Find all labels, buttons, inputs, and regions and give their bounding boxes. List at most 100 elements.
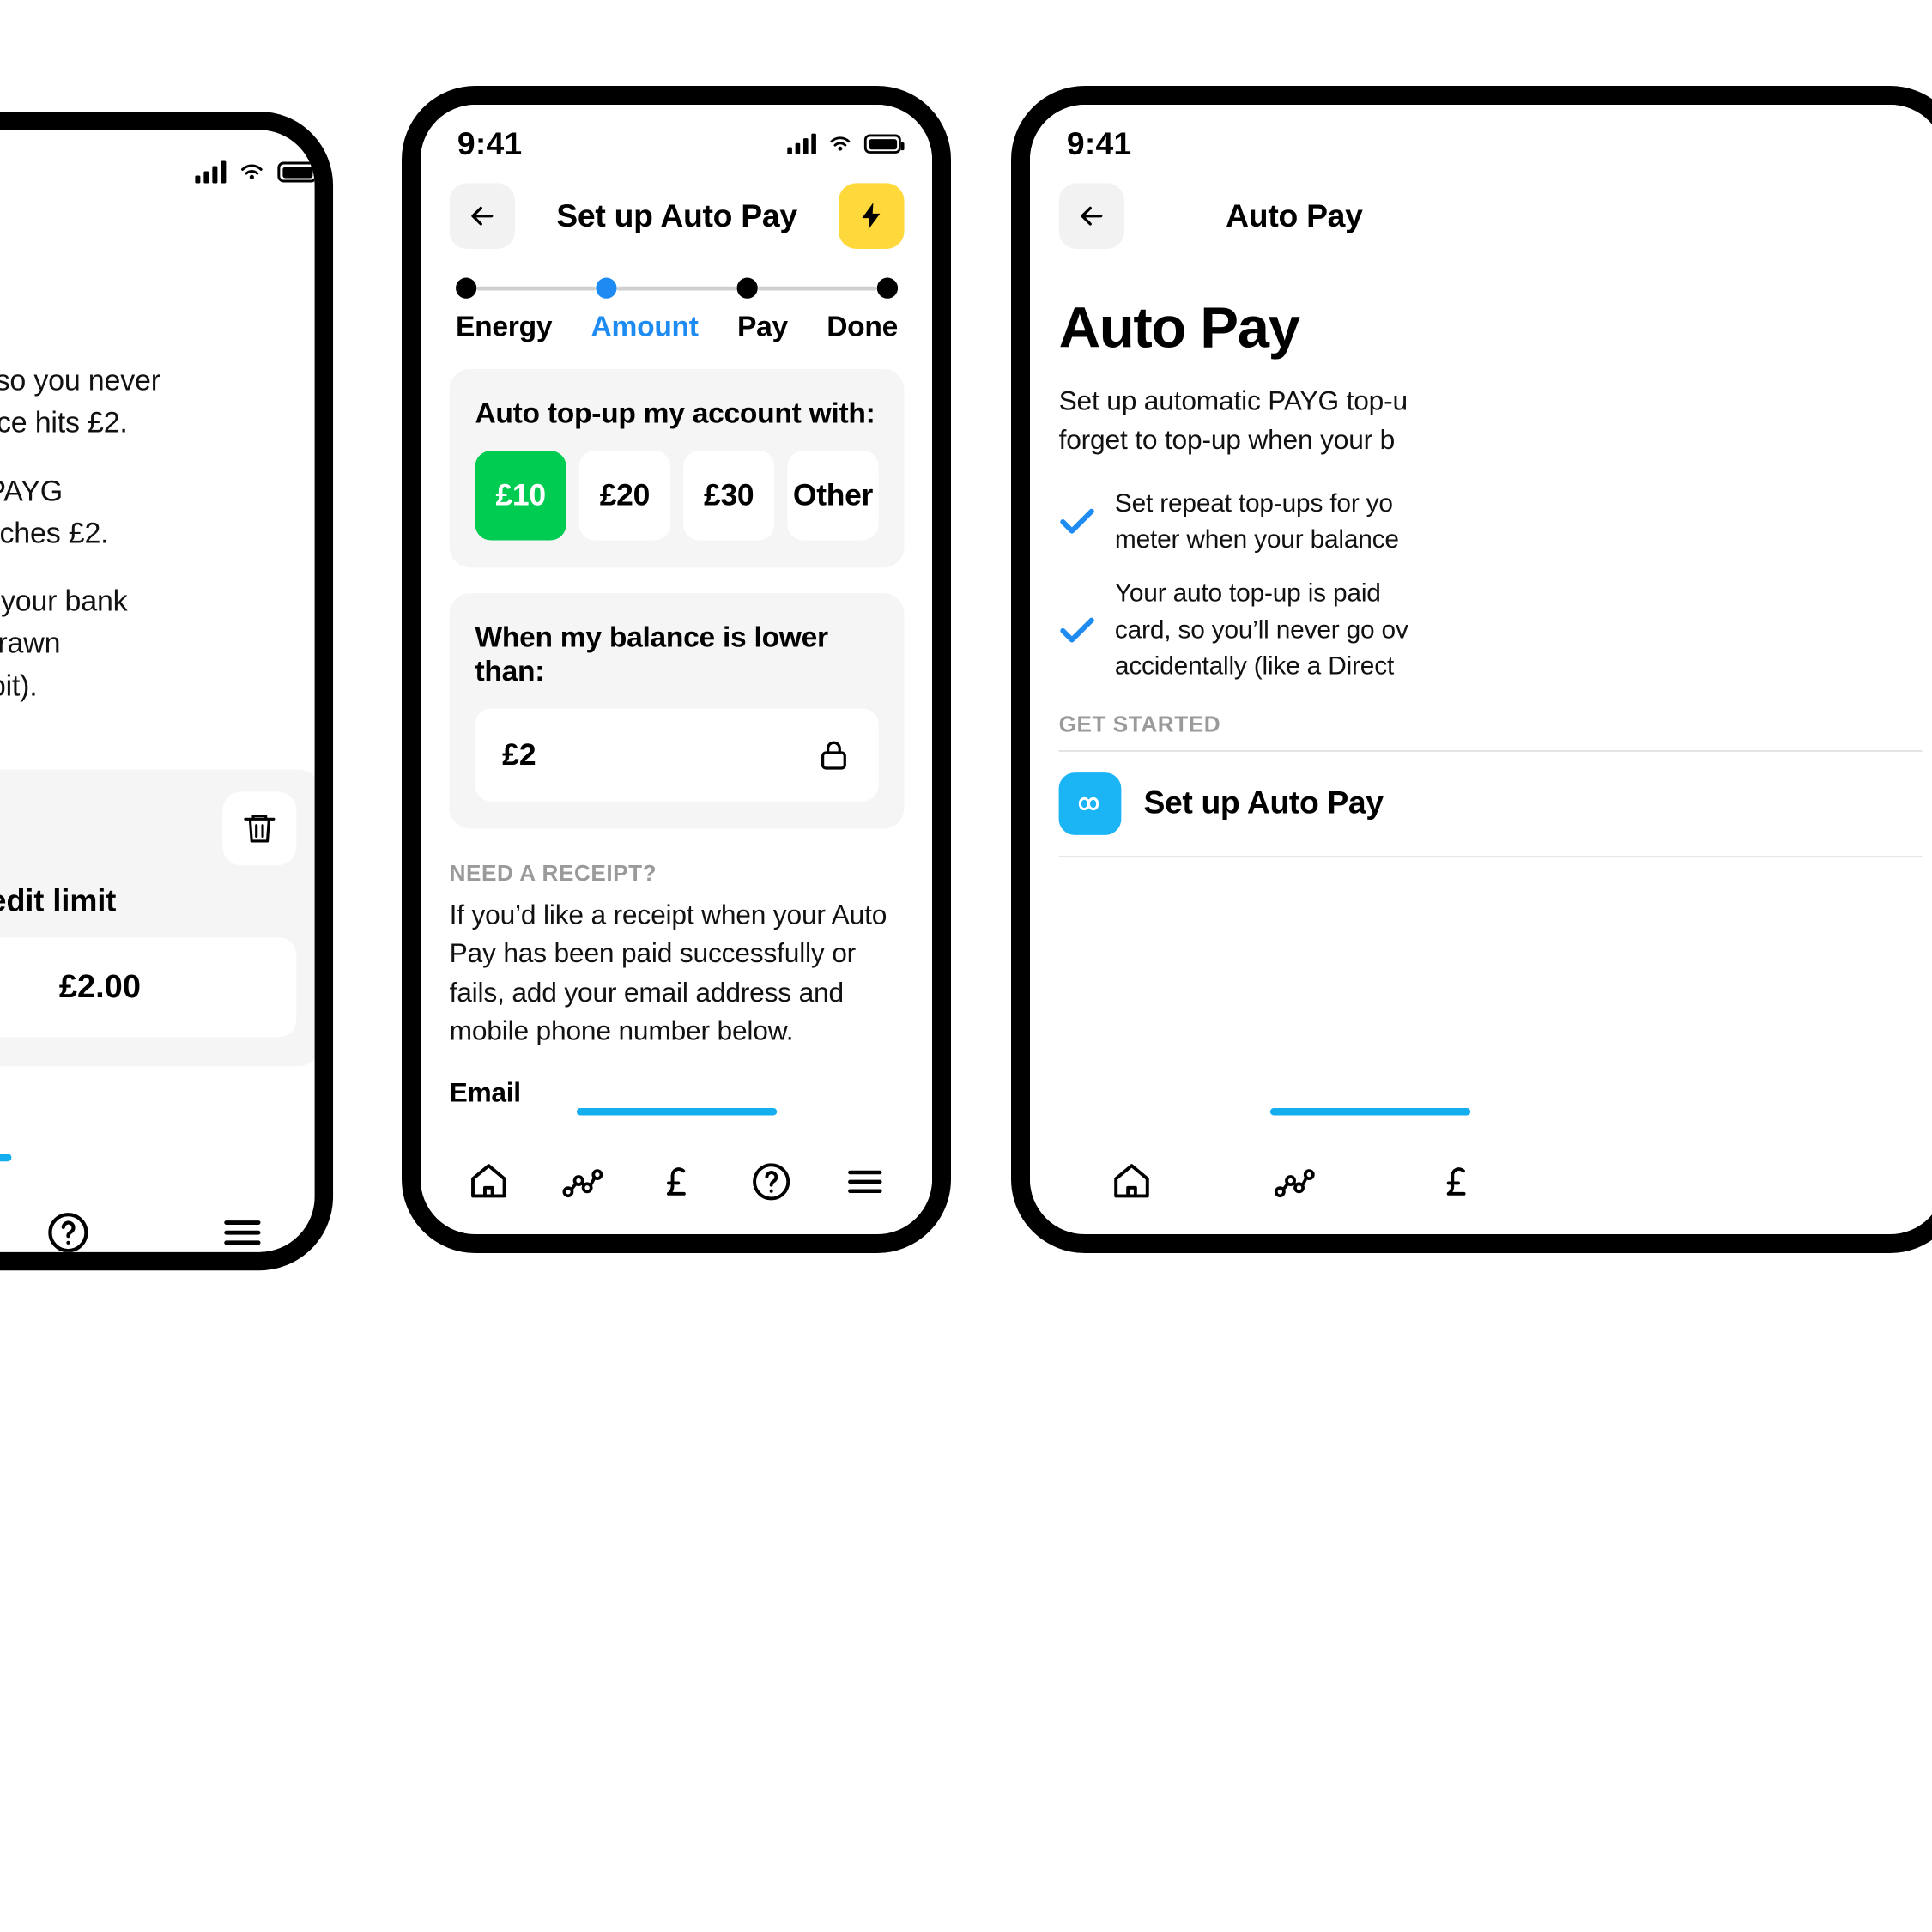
nav-right-spacer [1464, 183, 1530, 249]
phone-left: Auto Pay c PAYG top-ups so you never whe… [0, 112, 334, 1271]
amount-options: £10 £20 £30 Other [475, 451, 879, 541]
right-home-indicator [1269, 1108, 1471, 1116]
phone-center: 9:41 Set up Auto Pay Energy Amount Pay D… [402, 86, 951, 1253]
set-up-auto-pay-row[interactable]: Set up Auto Pay [1058, 752, 1923, 856]
wifi-icon [238, 161, 265, 182]
left-paragraph-3-line-3: (like a Direct Debit). [0, 669, 38, 703]
benefit-2-line-1: Your auto top-up is paid [1114, 578, 1381, 608]
amount-option-20[interactable]: £20 [578, 451, 671, 541]
step-dot-done[interactable] [876, 277, 899, 299]
benefit-1-line-1: Set repeat top-ups for yo [1114, 488, 1393, 518]
step-label-done[interactable]: Done [827, 310, 898, 343]
tab-help[interactable] [734, 1145, 808, 1219]
back-button[interactable] [449, 183, 516, 249]
wifi-icon [827, 135, 853, 154]
balance-threshold-field[interactable]: £2 [475, 708, 879, 802]
tab-usage[interactable] [546, 1145, 620, 1219]
step-label-energy[interactable]: Energy [456, 310, 552, 343]
pound-icon [1446, 1167, 1466, 1196]
benefit-1-line-2: meter when your balance [1114, 524, 1399, 554]
amount-option-other[interactable]: Other [787, 451, 879, 541]
tab-help[interactable] [28, 1193, 107, 1252]
credit-limit-fields: £2.00 [0, 937, 297, 1038]
left-paragraph-2-line-1: op-ups for your PAYG [0, 474, 63, 507]
tab-home[interactable] [451, 1145, 525, 1219]
set-up-auto-pay-label: Set up Auto Pay [1143, 785, 1384, 821]
back-arrow-icon [471, 206, 494, 226]
email-label: Email [449, 1077, 522, 1109]
left-bottom-bar [0, 1154, 315, 1252]
signal-icon [195, 160, 227, 184]
tab-menu[interactable] [203, 1193, 282, 1252]
check-icon [1059, 616, 1096, 644]
right-page-title: Auto Pay [1226, 197, 1363, 233]
lock-icon [821, 741, 846, 770]
right-nav-bar: Auto Pay [1030, 162, 1559, 251]
get-started-eyebrow: GET STARTED [1058, 712, 1221, 736]
center-screen: 9:41 Set up Auto Pay Energy Amount Pay D… [421, 105, 932, 1234]
divider-bottom [1058, 855, 1923, 857]
battery-icon [277, 161, 315, 183]
back-arrow-icon [1081, 206, 1103, 226]
left-screen: Auto Pay c PAYG top-ups so you never whe… [0, 130, 315, 1252]
hamburger-menu-icon [848, 1170, 882, 1194]
step-label-amount[interactable]: Amount [591, 310, 699, 343]
benefit-2-text: Your auto top-up is paid card, so you’ll… [1115, 575, 1408, 684]
step-line-3 [757, 286, 877, 290]
pound-icon [667, 1167, 686, 1196]
receipt-body: If you’d like a receipt when your Auto P… [449, 899, 887, 1047]
left-status-icons [195, 160, 315, 184]
benefit-2-line-3: accidentally (like a Direct [1114, 651, 1395, 681]
tab-payments[interactable] [640, 1145, 714, 1219]
trash-icon [244, 815, 276, 843]
left-status-bar [0, 130, 315, 192]
left-copy-block: c PAYG top-ups so you never when your ba… [0, 286, 315, 707]
usage-chart-icon [1274, 1169, 1315, 1198]
step-dot-pay[interactable] [736, 277, 758, 299]
phone-right: 9:41 Auto Pay Auto Pay Set up automatic … [1011, 86, 1932, 1253]
question-circle-icon [48, 1213, 88, 1252]
status-time: 9:41 [1066, 125, 1132, 161]
tab-payments[interactable] [1420, 1145, 1493, 1219]
topup-amount-card: Auto top-up my account with: £10 £20 £30… [449, 368, 905, 568]
auto-pay-intro-line-1: Set up automatic PAYG top-u [1058, 385, 1408, 416]
tab-menu[interactable] [828, 1145, 902, 1219]
quick-action-button[interactable] [839, 183, 905, 249]
auto-pay-heading: Auto Pay [1058, 295, 1300, 360]
right-tab-bar [1030, 1130, 1559, 1233]
back-button[interactable] [1058, 183, 1125, 249]
center-page-title: Set up Auto Pay [556, 197, 797, 233]
lightning-bolt-icon [862, 203, 881, 230]
amount-option-30[interactable]: £30 [683, 451, 775, 541]
tab-usage[interactable] [1257, 1145, 1331, 1219]
amount-option-10[interactable]: £10 [475, 451, 566, 541]
setup-stepper: Energy Amount Pay Done [421, 251, 932, 343]
topup-amount-title: Auto top-up my account with: [475, 396, 875, 429]
center-bottom-bar [421, 1108, 932, 1234]
center-home-indicator [576, 1108, 778, 1116]
stepper-track [456, 277, 899, 299]
left-paragraph-3-line-2: ll never go overdrawn [0, 627, 61, 660]
left-home-indicator [0, 1154, 12, 1162]
credit-limit-value[interactable]: £2.00 [0, 937, 297, 1038]
step-label-pay[interactable]: Pay [737, 310, 788, 343]
home-icon [1114, 1164, 1150, 1198]
left-paragraph-1-line-1: c PAYG top-ups so you never [0, 364, 160, 397]
screenshot-canvas: Auto Pay c PAYG top-ups so you never whe… [0, 0, 1932, 1932]
usage-chart-icon [562, 1169, 603, 1198]
benefit-item-2: Your auto top-up is paid card, so you’ll… [1059, 575, 1923, 684]
right-status-bar: 9:41 [1030, 105, 1932, 162]
step-line-1 [476, 286, 597, 290]
step-dot-amount[interactable] [596, 277, 617, 299]
battery-icon [863, 134, 905, 154]
step-dot-energy[interactable] [456, 277, 477, 299]
center-status-icons [787, 133, 905, 154]
left-paragraph-3-line-1: o-up is paid with your bank [0, 584, 128, 618]
home-icon [470, 1164, 506, 1198]
delete-credit-limit-button[interactable] [222, 791, 297, 866]
tab-home[interactable] [1095, 1145, 1169, 1219]
auto-pay-intro-line-2: forget to top-up when your b [1058, 425, 1396, 456]
auto-pay-benefits: Set repeat top-ups for yo meter when you… [1059, 485, 1923, 684]
signal-icon [787, 133, 816, 154]
status-time: 9:41 [457, 125, 523, 161]
